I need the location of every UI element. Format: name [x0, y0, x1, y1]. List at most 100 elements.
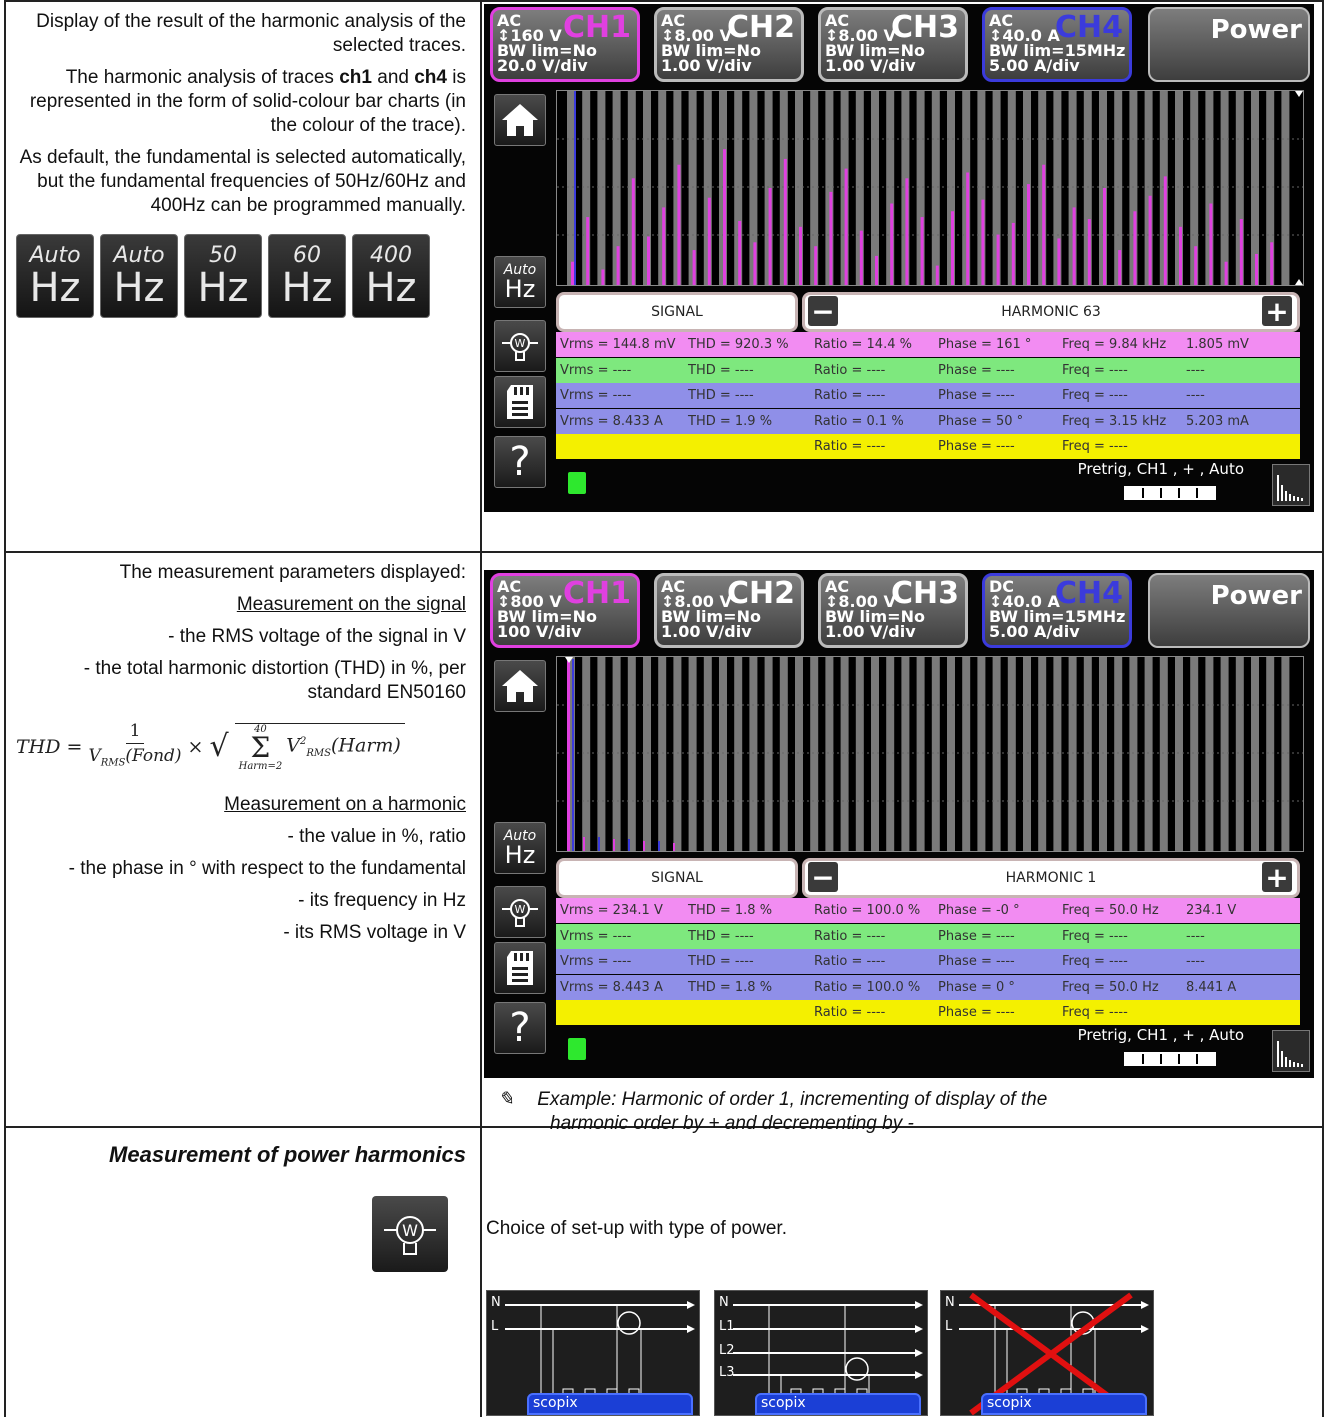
row1-para3: As default, the fundamental is selected …	[19, 147, 466, 216]
power-setup-diagram[interactable]: N Lscopix	[486, 1290, 700, 1416]
ch3-tab[interactable]: AC ↕8.00 V BW lim=No 1.00 V/div CH3	[818, 7, 968, 82]
grid-column	[901, 657, 910, 851]
harmonic-bar	[613, 839, 615, 851]
measurement-cell: Phase = 0 °	[938, 979, 1015, 995]
line-label: N	[945, 1295, 955, 1310]
ch1-harmonic-bar	[631, 178, 635, 285]
hz-400-button[interactable]: 400 Hz	[352, 234, 430, 318]
grid-column	[1114, 657, 1123, 851]
ch2-row: Vrms = ---- THD = ---- Ratio = ---- Phase =…	[556, 357, 1300, 383]
power-w-button[interactable]: W	[494, 886, 546, 938]
sd-card-icon	[507, 951, 533, 985]
ch1-harmonic-bar	[996, 234, 1000, 285]
scope-screen-1: AC ↕160 V BW lim=No 20.0 V/div CH1 AC ↕8…	[484, 4, 1314, 512]
ch1-harmonic-bar	[1239, 219, 1243, 285]
grid-column	[567, 91, 575, 285]
ch1-harmonic-bar	[768, 188, 772, 285]
memory-button[interactable]	[494, 376, 546, 428]
harmonic-bar	[628, 839, 630, 851]
memory-button[interactable]	[494, 942, 546, 994]
power-setup-diagram[interactable]: N L1 L2 L3 scopix	[714, 1290, 928, 1416]
help-button[interactable]: ?	[494, 436, 546, 488]
grid-column	[597, 91, 606, 285]
watt-icon: W	[502, 333, 538, 361]
fundamental-ch1-bar	[567, 659, 570, 851]
plus-icon: +	[1265, 860, 1289, 894]
ch1-harmonic-bar	[1179, 226, 1182, 285]
measurement-cell: THD = 1.8 %	[688, 979, 773, 995]
home-button[interactable]	[494, 660, 546, 712]
auto-hz-button[interactable]: Auto Hz	[494, 256, 546, 308]
plus-button[interactable]: +	[1262, 294, 1292, 328]
measurement-cell: THD = ----	[688, 928, 754, 944]
measurement-cell: Freq = ----	[1062, 928, 1128, 944]
spectrum-icon[interactable]	[1272, 1030, 1310, 1072]
measurement-cell: Freq = 3.15 kHz	[1062, 413, 1167, 429]
line-label: L	[491, 1319, 499, 1334]
measurement-cell: THD = 1.8 %	[688, 903, 773, 918]
ch4-tab[interactable]: AC ↕40.0 A BW lim=15MHz 5.00 A/div CH4	[982, 7, 1132, 82]
measurement-cell: Ratio = ----	[814, 954, 886, 970]
ch1-harmonic-bar	[571, 261, 574, 285]
ch3-row: Vrms = ---- THD = ---- Ratio = ---- Phase =…	[556, 383, 1300, 409]
plus-button[interactable]: +	[1262, 860, 1292, 894]
svg-text:W: W	[402, 1221, 418, 1240]
measurement-cell: Ratio = 100.0 %	[814, 979, 921, 995]
power-setup-choice: Choice of set-up with type of power.	[486, 1218, 787, 1239]
measurement-cell: Ratio = 0.1 %	[814, 413, 904, 429]
help-button[interactable]: ?	[494, 1002, 546, 1054]
ch1-harmonic-bar	[1087, 219, 1091, 285]
power-tab[interactable]: Power	[1148, 573, 1310, 648]
measurement-cell: Vrms = 8.433 A	[560, 413, 663, 429]
measurement-cell: Vrms = 144.8 mV	[560, 337, 676, 352]
hz-buttons: Auto Hz Auto Hz 50 Hz 60 Hz 400 Hz	[16, 234, 466, 318]
minus-button[interactable]: −	[808, 295, 838, 328]
plus-icon: +	[1265, 294, 1289, 328]
ch2-tab[interactable]: AC ↕8.00 V BW lim=No 1.00 V/div CH2	[654, 7, 804, 82]
grid-column	[962, 657, 971, 851]
ch2-tab[interactable]: AC ↕8.00 V BW lim=No 1.00 V/div CH2	[654, 573, 804, 648]
ch1-harmonic-bar	[814, 246, 818, 285]
ch1-tab[interactable]: AC ↕160 V BW lim=No 20.0 V/div CH1	[490, 7, 640, 82]
ch1-tab[interactable]: AC ↕800 V BW lim=No 100 V/div CH1	[490, 573, 640, 648]
ch1-harmonic-bar	[966, 172, 970, 285]
hz-auto-button-2[interactable]: Auto Hz	[100, 234, 178, 318]
measurement-cell: Ratio = 100.0 %	[814, 903, 921, 918]
grid-column	[764, 657, 773, 851]
scopix-badge: scopix	[755, 1393, 921, 1415]
grid-column	[1235, 657, 1244, 851]
hz-auto-button-1[interactable]: Auto Hz	[16, 234, 94, 318]
measurement-cell: Vrms = 234.1 V	[560, 903, 663, 918]
measurement-cell: Freq = 50.0 Hz	[1062, 979, 1159, 995]
ch4-tab[interactable]: DC ↕40.0 A BW lim=15MHz 5.00 A/div CH4	[982, 573, 1132, 648]
power-w-button[interactable]: W	[494, 320, 546, 372]
ch1-harmonic-bar	[859, 230, 863, 285]
note-icon: ✎	[498, 1089, 514, 1110]
ch1-row: Vrms = 144.8 mV THD = 920.3 % Ratio = 14.4…	[556, 332, 1300, 357]
measurement-cell: Phase = 161 °	[938, 337, 1032, 352]
measurement-cell: Phase = ----	[938, 388, 1015, 404]
grid-column	[825, 657, 834, 851]
auto-hz-button[interactable]: Auto Hz	[494, 822, 546, 874]
power-tab[interactable]: Power	[1148, 7, 1310, 82]
power-setup-diagram[interactable]: N Lscopix	[940, 1290, 1154, 1416]
measurement-cell: THD = 920.3 %	[688, 337, 789, 352]
measurement-cell: THD = ----	[688, 362, 754, 378]
home-button[interactable]	[494, 94, 546, 146]
hz-50-button[interactable]: 50 Hz	[184, 234, 262, 318]
grid-column	[1266, 657, 1275, 851]
grid-column	[871, 657, 879, 851]
hz-60-button[interactable]: 60 Hz	[268, 234, 346, 318]
ch1-harmonic-bar	[662, 207, 666, 285]
grid-column	[673, 657, 682, 851]
power-w-icon[interactable]: W	[372, 1196, 448, 1272]
home-icon	[502, 104, 538, 136]
ch1-harmonic-bar	[1011, 222, 1015, 285]
spectrum-icon[interactable]	[1272, 464, 1310, 506]
ch1-harmonic-bar	[799, 226, 802, 285]
ch1-harmonic-bar	[647, 236, 650, 285]
ch3-tab[interactable]: AC ↕8.00 V BW lim=No 1.00 V/div CH3	[818, 573, 968, 648]
grid-column	[703, 657, 712, 851]
measurement-cell: ----	[1186, 928, 1205, 944]
minus-button[interactable]: −	[808, 861, 838, 894]
